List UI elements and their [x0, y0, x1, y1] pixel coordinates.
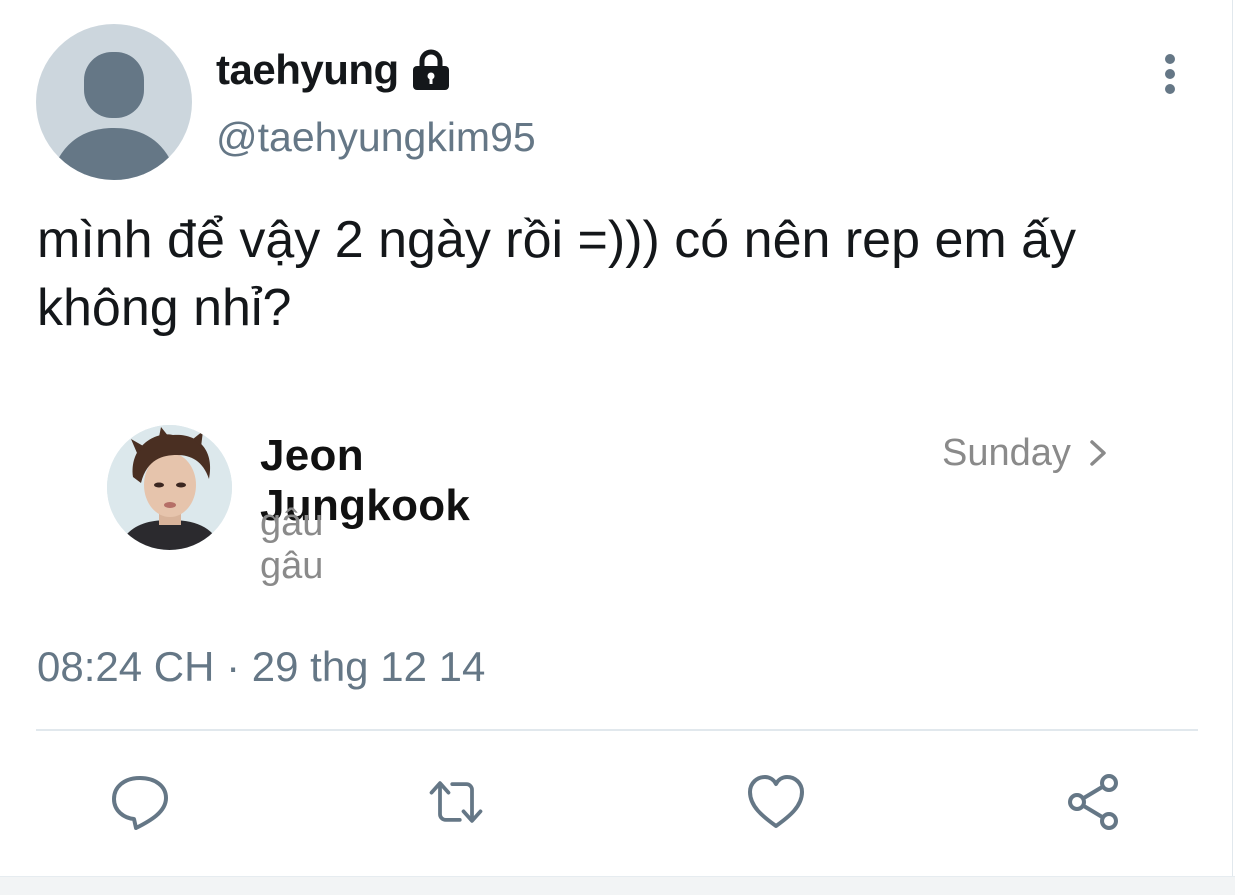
default-avatar-icon [50, 52, 178, 180]
author-display-name[interactable]: taehyung [216, 46, 399, 94]
tweet-date: 29 thg 12 14 [251, 643, 486, 690]
share-icon [1068, 774, 1118, 830]
lock-icon [412, 49, 449, 90]
author-name-row: taehyung [216, 42, 455, 98]
reply-icon [112, 776, 168, 830]
chevron-right-icon [1090, 440, 1106, 466]
tweet-timestamp[interactable]: 08:24 CH · 29 thg 12 14 [37, 643, 485, 691]
more-vertical-icon[interactable] [1150, 52, 1190, 98]
tweet-text: mình để vậy 2 ngày rồi =))) có nên rep e… [37, 211, 1091, 337]
share-button[interactable] [1062, 770, 1126, 834]
tweet-time: 08:24 CH [37, 643, 215, 690]
heart-icon [748, 775, 804, 828]
contact-photo [107, 425, 232, 550]
last-message: gâu gâu [260, 502, 324, 587]
message-time: Sunday [942, 431, 1071, 474]
contact-time-row: Sunday [942, 428, 1111, 478]
author-handle[interactable]: @taehyungkim95 [216, 114, 536, 161]
bottom-band [0, 876, 1235, 895]
divider [36, 729, 1198, 731]
reply-button[interactable] [108, 770, 172, 834]
like-button[interactable] [744, 770, 808, 834]
retweet-button[interactable] [424, 770, 488, 834]
right-edge-border [1232, 0, 1233, 894]
retweet-icon [429, 781, 483, 823]
timestamp-separator: · [214, 643, 252, 690]
author-avatar[interactable] [36, 24, 192, 180]
